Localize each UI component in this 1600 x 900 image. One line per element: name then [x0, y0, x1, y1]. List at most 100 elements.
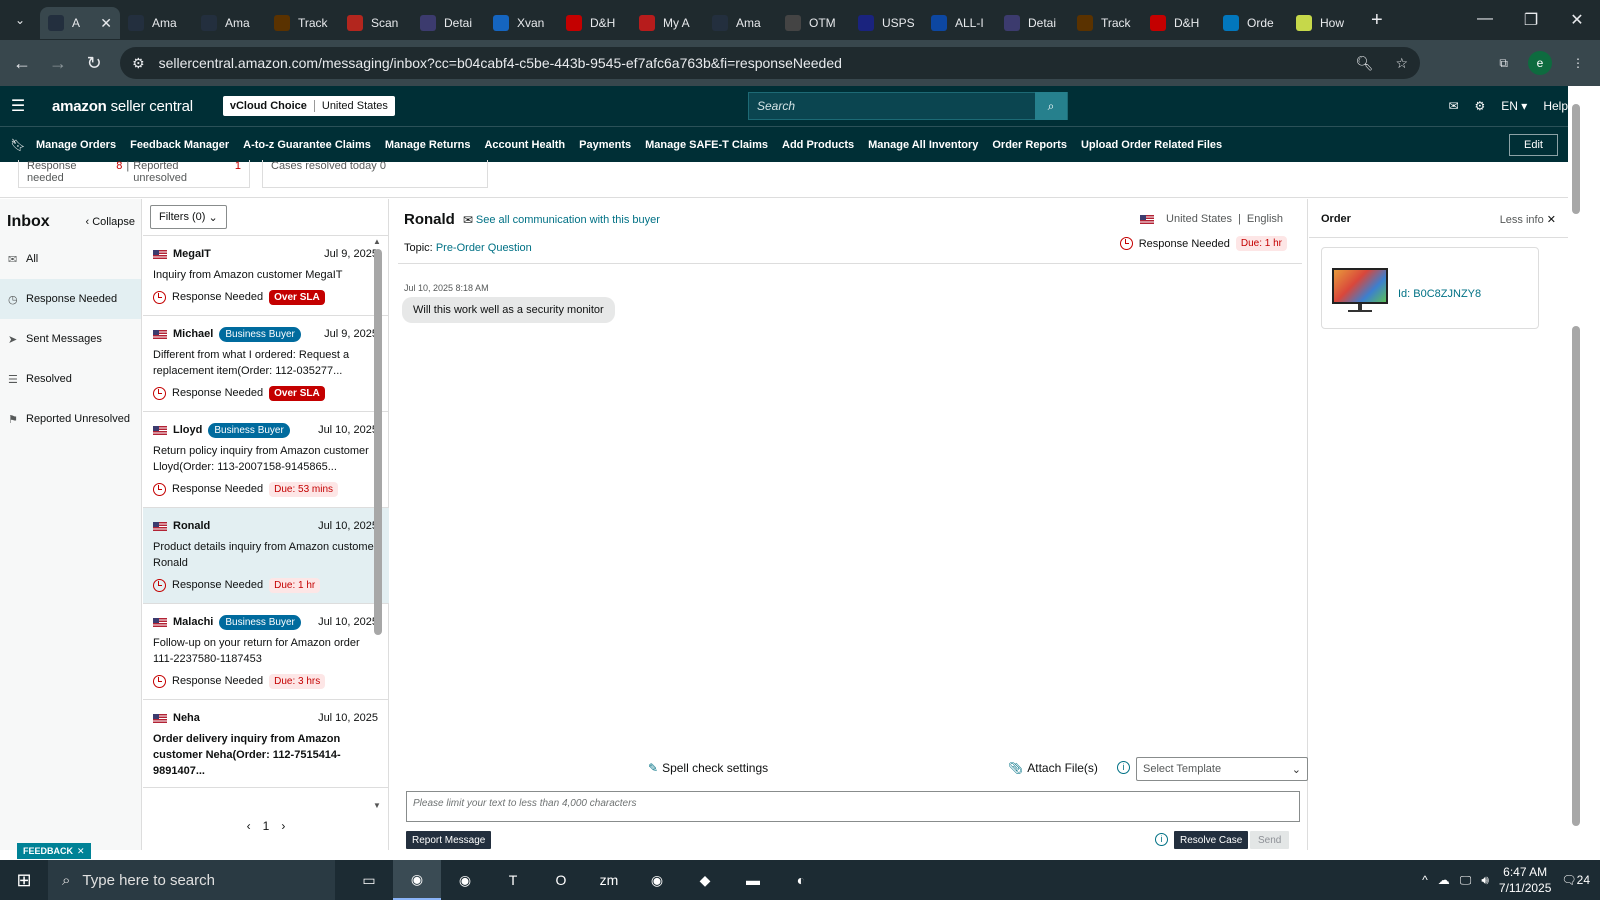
see-all-communication-link[interactable]: See all communication with this buyer	[476, 214, 660, 226]
tray-chevron-up-icon[interactable]: ^	[1422, 873, 1428, 887]
nav-link[interactable]: Manage Returns	[385, 139, 471, 151]
nav-link[interactable]: Payments	[579, 139, 631, 151]
edit-nav-button[interactable]: Edit	[1509, 134, 1558, 156]
browser-tab[interactable]: D&H	[558, 7, 631, 39]
info-icon[interactable]: i	[1117, 761, 1130, 774]
inbox-nav-item[interactable]: ◷ Response Needed	[0, 279, 141, 319]
nav-link[interactable]: Manage SAFE-T Claims	[645, 139, 768, 151]
onedrive-icon[interactable]: ☁	[1438, 873, 1450, 887]
browser-tab[interactable]: How	[1288, 7, 1361, 39]
resolve-info-icon[interactable]: i	[1155, 833, 1168, 846]
nav-link[interactable]: Upload Order Related Files	[1081, 139, 1222, 151]
report-message-button[interactable]: Report Message	[406, 831, 492, 849]
browser-tab[interactable]: Ama	[193, 7, 266, 39]
inbox-nav-item[interactable]: ✉ All	[0, 239, 141, 279]
nav-link[interactable]: Manage All Inventory	[868, 139, 978, 151]
browser-tab[interactable]: Detai	[996, 7, 1069, 39]
profile-avatar[interactable]: e	[1528, 51, 1552, 75]
prev-page-icon[interactable]: ‹	[247, 819, 251, 833]
network-icon[interactable]: 🖵︎	[1460, 873, 1472, 888]
browser-tab[interactable]: Detai	[412, 7, 485, 39]
browser-menu-icon[interactable]: ⋮	[1572, 56, 1584, 70]
spell-check-settings-link[interactable]: ✎ Spell check settings	[648, 761, 768, 775]
forward-button[interactable]: →	[40, 53, 76, 74]
minimize-button[interactable]: —	[1462, 10, 1508, 30]
zoom-icon[interactable]: 🔍︎	[1356, 55, 1374, 72]
browser-tab[interactable]: Track	[1069, 7, 1142, 39]
browser-tab[interactable]: A ✕	[40, 7, 120, 39]
file-explorer-icon[interactable]: ▬	[729, 860, 777, 900]
less-info-button[interactable]: Less info ✕	[1500, 213, 1556, 226]
messages-mail-icon[interactable]: ✉	[1448, 99, 1458, 113]
search-icon[interactable]: ⌕	[1035, 92, 1067, 120]
next-page-icon[interactable]: ›	[281, 819, 285, 833]
back-button[interactable]: ←	[4, 53, 40, 74]
scroll-down-icon[interactable]: ▼	[373, 801, 381, 810]
teams-icon[interactable]: T	[489, 860, 537, 900]
extensions-icon[interactable]: ⧉	[1499, 56, 1508, 71]
url-bar[interactable]: ⚙ sellercentral.amazon.com/messaging/inb…	[120, 47, 1420, 79]
close-icon[interactable]: ✕	[77, 846, 85, 857]
page-scroll-thumb[interactable]	[1572, 326, 1580, 826]
browser-tab[interactable]: Track	[266, 7, 339, 39]
browser-tab[interactable]: D&H	[1142, 7, 1215, 39]
select-template-dropdown[interactable]: Select Template ⌄	[1136, 757, 1308, 781]
nav-link[interactable]: Feedback Manager	[130, 139, 229, 151]
tab-search-button[interactable]: ⌄	[6, 6, 34, 34]
language-selector[interactable]: EN ▾	[1501, 99, 1527, 113]
message-list-item[interactable]: Neha Jul 10, 2025 Order delivery inquiry f…	[143, 700, 389, 788]
taskbar-clock[interactable]: 6:47 AM 7/11/2025	[1499, 864, 1552, 896]
page-scroll-thumb-top[interactable]	[1572, 104, 1580, 214]
message-list-item[interactable]: Lloyd Business Buyer Jul 10, 2025 Return po…	[143, 412, 389, 508]
volume-icon[interactable]: 🔊︎	[1481, 873, 1489, 888]
bookmark-icon[interactable]: 🔖︎	[0, 138, 36, 152]
feedback-button[interactable]: FEEDBACK ✕	[17, 843, 91, 859]
windows-start-icon[interactable]: ⊞	[0, 870, 48, 891]
browser-tab[interactable]: Scan	[339, 7, 412, 39]
reload-button[interactable]: ↻	[76, 53, 112, 74]
list-scrollbar[interactable]: ▲ ▼	[369, 235, 389, 815]
nav-link[interactable]: Manage Orders	[36, 139, 116, 151]
message-list-item[interactable]: Michael Business Buyer Jul 9, 2025 Differen…	[143, 316, 389, 412]
message-list-item[interactable]: Ronald Jul 10, 2025 Product details inquir…	[143, 508, 389, 604]
edge-icon[interactable]: ◐	[777, 860, 825, 900]
nav-link[interactable]: Account Health	[484, 139, 565, 151]
seller-central-logo[interactable]: amazon seller central	[52, 98, 193, 115]
browser-tab[interactable]: USPS	[850, 7, 923, 39]
search-input[interactable]: Search	[749, 99, 1035, 113]
message-list-item[interactable]: Malachi Business Buyer Jul 10, 2025 Follow-…	[143, 604, 389, 700]
seller-search[interactable]: Search ⌕	[748, 92, 1068, 120]
close-tab-icon[interactable]: ✕	[100, 15, 112, 32]
send-button[interactable]: Send	[1250, 831, 1290, 849]
chrome-icon[interactable]: ◉	[393, 860, 441, 900]
close-icon[interactable]: ✕	[1547, 214, 1556, 226]
resolve-case-button[interactable]: Resolve Case	[1174, 831, 1249, 849]
browser-tab[interactable]: Orde	[1215, 7, 1288, 39]
app-diamond-icon[interactable]: ◆	[681, 860, 729, 900]
browser-tab[interactable]: OTM	[777, 7, 850, 39]
close-window-button[interactable]: ✕	[1554, 10, 1600, 30]
inbox-nav-item[interactable]: ☰ Resolved	[0, 359, 141, 399]
list-scroll-thumb[interactable]	[374, 249, 382, 635]
hamburger-menu-icon[interactable]: ☰	[0, 96, 36, 116]
page-number[interactable]: 1	[263, 819, 270, 833]
scroll-up-icon[interactable]: ▲	[373, 237, 381, 246]
browser-tab[interactable]: ALL-I	[923, 7, 996, 39]
settings-gear-icon[interactable]: ⚙	[1475, 99, 1486, 113]
taskbar-search[interactable]: ⌕ Type here to search	[48, 860, 335, 900]
bookmark-star-icon[interactable]: ☆	[1395, 55, 1408, 72]
chrome-alt-icon[interactable]: ◉	[633, 860, 681, 900]
collapse-button[interactable]: ‹ Collapse	[85, 216, 135, 228]
message-list-item[interactable]: MegaIT Jul 9, 2025 Inquiry from Amazon cus…	[143, 236, 389, 316]
zoom-app-icon[interactable]: zm	[585, 860, 633, 900]
browser-tab[interactable]: My A	[631, 7, 704, 39]
order-id-link[interactable]: Id: B0C8ZJNZY8	[1398, 288, 1481, 300]
site-info-icon[interactable]: ⚙	[132, 55, 145, 72]
summary-card-needed[interactable]: Response needed 8 | Reported unresolved …	[18, 160, 250, 188]
chrome-profile-icon[interactable]: ◉	[441, 860, 489, 900]
outlook-icon[interactable]: O	[537, 860, 585, 900]
browser-tab[interactable]: Ama	[120, 7, 193, 39]
summary-card-resolved[interactable]: Cases resolved today 0	[262, 160, 488, 188]
new-tab-button[interactable]: +	[1371, 9, 1383, 32]
inbox-nav-item[interactable]: ➤ Sent Messages	[0, 319, 141, 359]
